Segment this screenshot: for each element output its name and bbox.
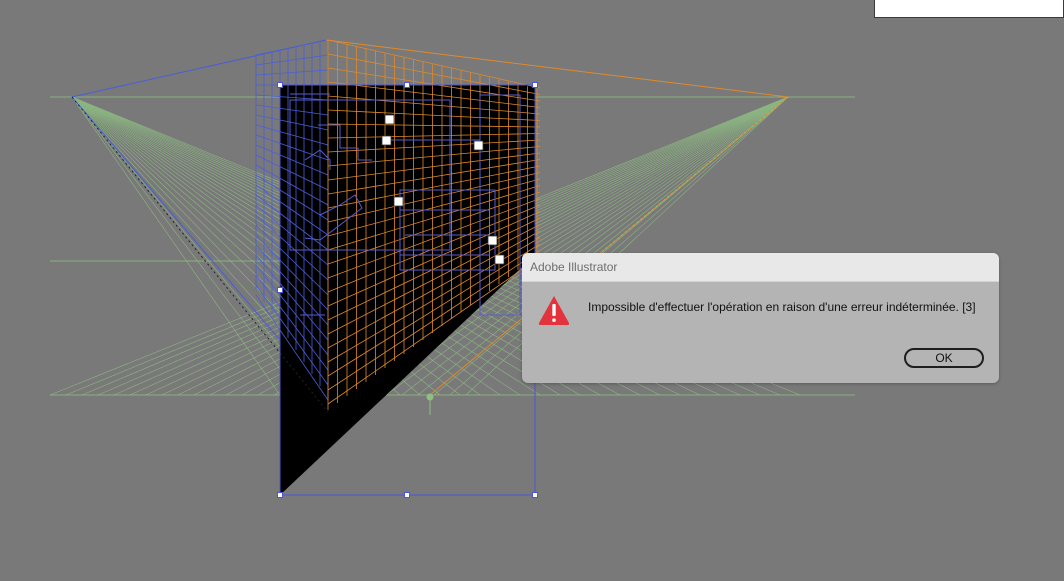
illustrator-workspace: Adobe Illustrator Impossible d'effectuer… bbox=[0, 0, 1064, 581]
right-grid-horizontal bbox=[327, 39, 541, 89]
left-grid-horizontal bbox=[255, 69, 329, 76]
dialog-title: Adobe Illustrator bbox=[522, 253, 999, 282]
error-dialog: Adobe Illustrator Impossible d'effectuer… bbox=[522, 253, 999, 383]
selection-handle[interactable] bbox=[277, 492, 283, 498]
dialog-message: Impossible d'effectuer l'opération en ra… bbox=[588, 300, 976, 314]
warning-triangle-icon bbox=[538, 296, 570, 325]
selection-handle[interactable] bbox=[532, 82, 538, 88]
artwork-wedge[interactable] bbox=[280, 255, 535, 495]
left-grid-horizontal bbox=[255, 54, 329, 66]
grid-origin-point[interactable] bbox=[426, 393, 434, 415]
selection-handle[interactable] bbox=[404, 492, 410, 498]
artwork-shapes[interactable] bbox=[280, 85, 535, 495]
ground-fan-line bbox=[71, 96, 281, 396]
ok-button[interactable]: OK bbox=[904, 348, 984, 368]
selection-handle[interactable] bbox=[532, 492, 538, 498]
selection-handle[interactable] bbox=[277, 82, 283, 88]
dialog-body: Impossible d'effectuer l'opération en ra… bbox=[522, 282, 999, 383]
top-right-panel bbox=[874, 0, 1064, 18]
selection-handle[interactable] bbox=[277, 287, 283, 293]
selection-handle[interactable] bbox=[404, 82, 410, 88]
